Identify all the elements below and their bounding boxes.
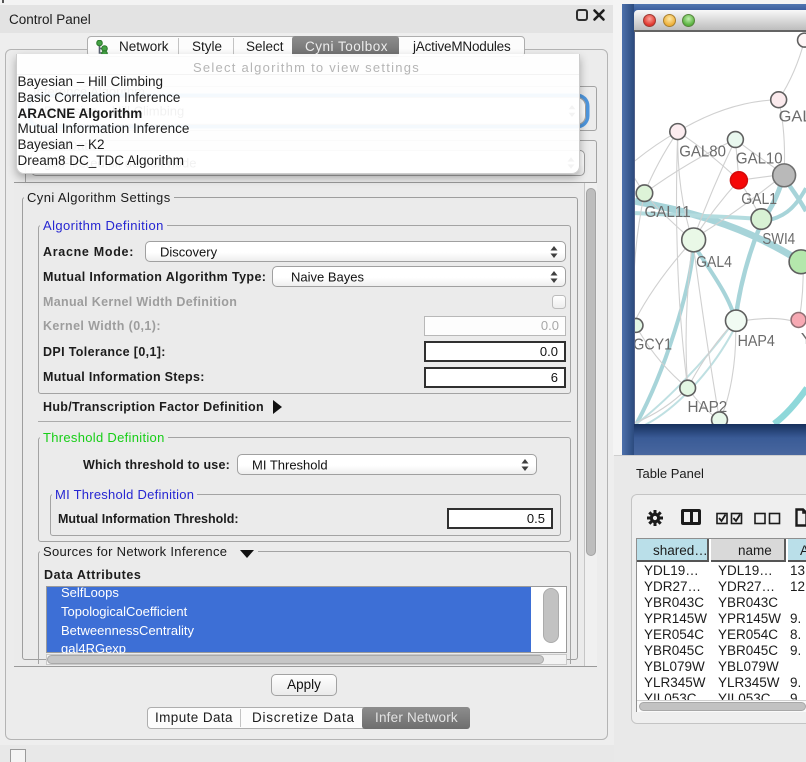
svg-text:HAP2: HAP2 — [687, 399, 727, 416]
svg-text:GAL4: GAL4 — [696, 254, 732, 271]
svg-text:GAL10: GAL10 — [736, 150, 783, 167]
svg-text:Y: Y — [801, 331, 806, 348]
svg-text:GAL80: GAL80 — [679, 143, 726, 160]
svg-text:GAL1: GAL1 — [741, 191, 777, 208]
svg-text:GCY1: GCY1 — [634, 336, 672, 353]
svg-text:HAP4: HAP4 — [738, 333, 775, 350]
svg-text:SWI4: SWI4 — [762, 231, 795, 248]
svg-text:GAL: GAL — [779, 109, 806, 126]
svg-text:GAL11: GAL11 — [644, 204, 690, 221]
